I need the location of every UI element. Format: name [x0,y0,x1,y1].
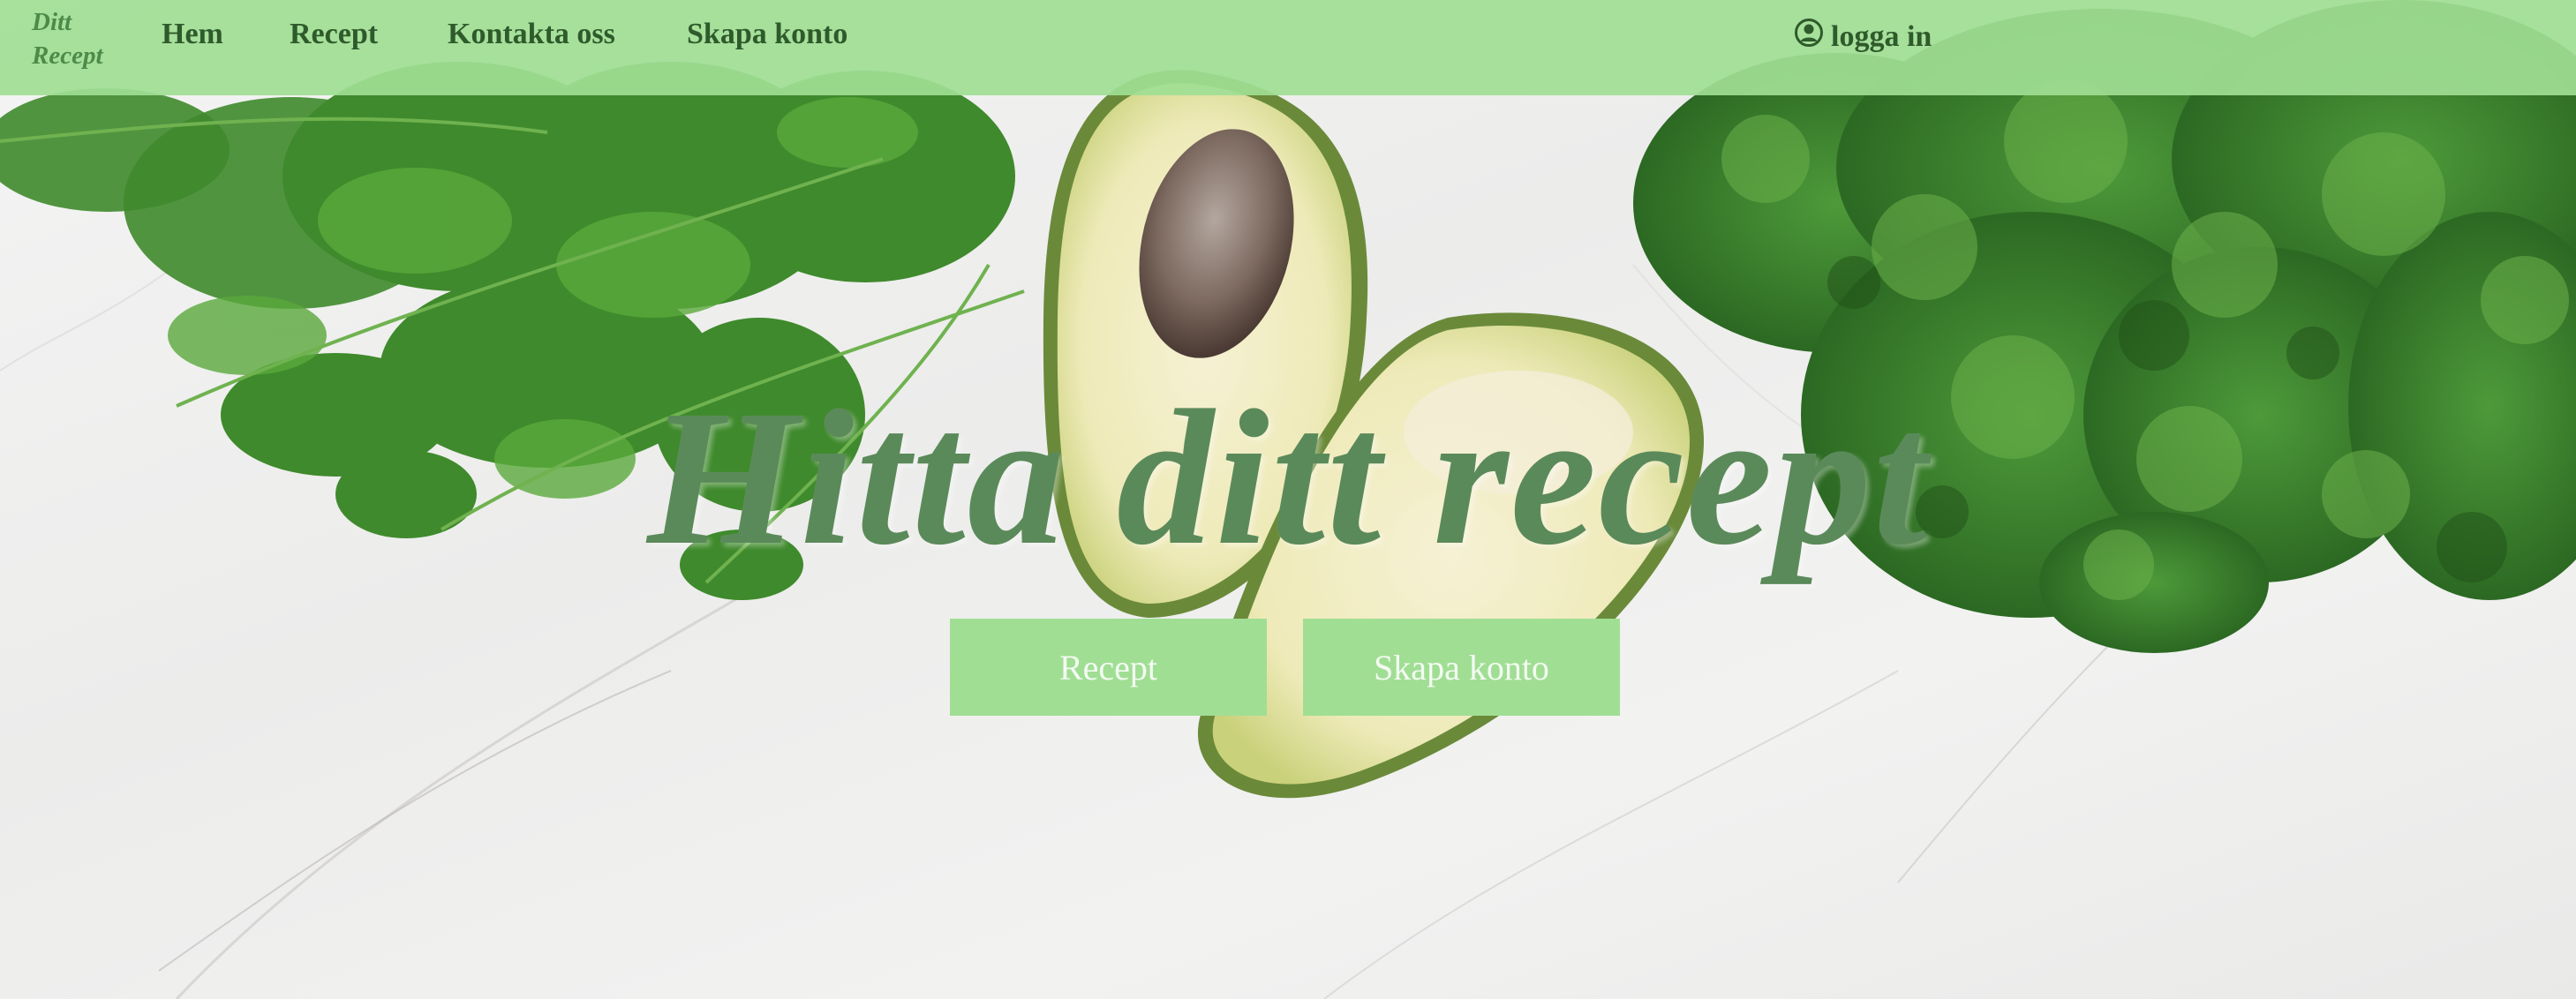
logo-line-1: Ditt [32,8,72,36]
user-circle-icon [1794,18,1824,56]
hero-recept-button[interactable]: Recept [950,619,1267,716]
site-logo[interactable]: Ditt Recept [32,5,129,72]
page: Ditt Recept Hem Recept Kontakta oss Skap… [0,0,2576,999]
nav-link-skapa-konto[interactable]: Skapa konto [687,18,847,51]
login-label: logga in [1831,19,1932,53]
nav-link-hem[interactable]: Hem [162,18,223,51]
hero-title: Hitta ditt recept [647,370,1929,585]
nav-link-recept[interactable]: Recept [290,18,378,51]
nav-link-kontakta-oss[interactable]: Kontakta oss [448,18,615,51]
logo-line-2: Recept [32,41,103,70]
login-link[interactable]: logga in [1794,18,1932,56]
top-navbar: Ditt Recept Hem Recept Kontakta oss Skap… [0,0,2576,95]
hero-skapa-konto-button[interactable]: Skapa konto [1303,619,1620,716]
